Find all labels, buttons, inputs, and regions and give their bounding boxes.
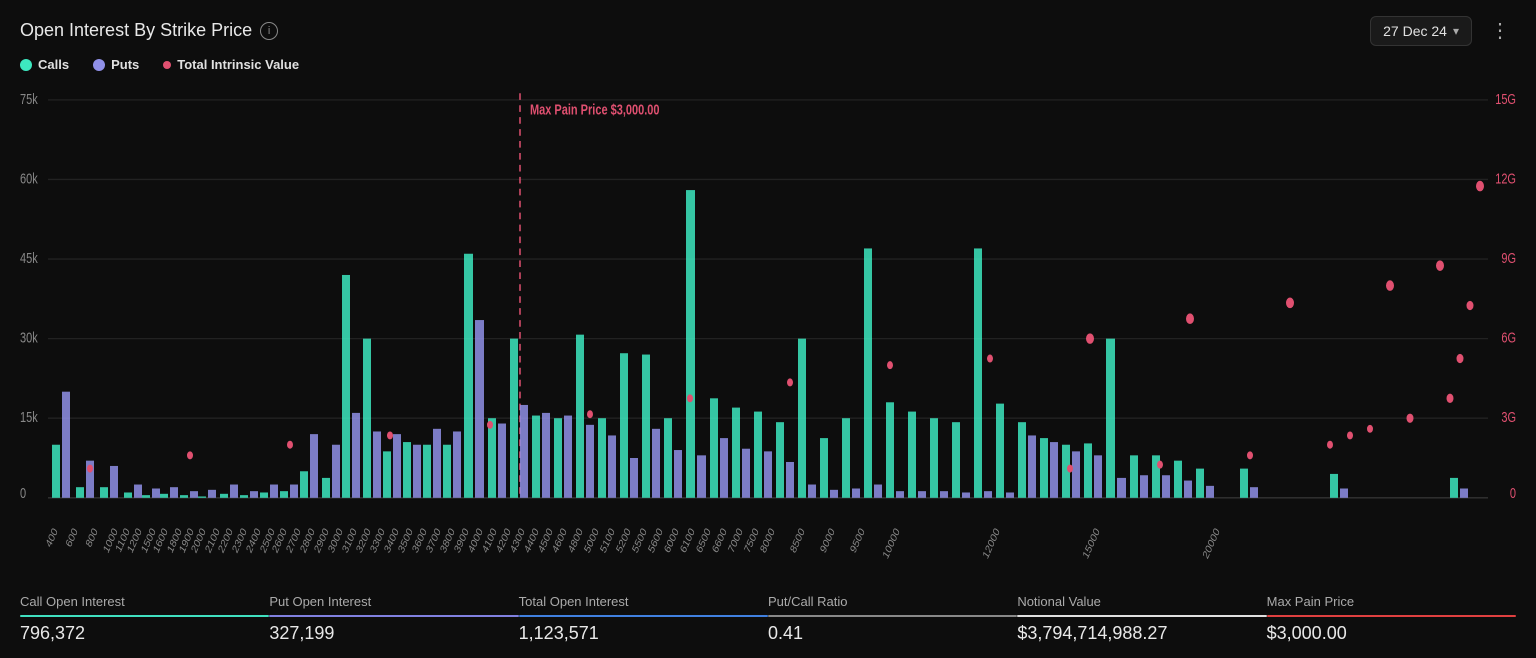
svg-text:60k: 60k (20, 170, 38, 187)
total-oi-label: Total Open Interest (519, 594, 768, 609)
header-right: 27 Dec 24 ▾ ⋮ (1370, 14, 1516, 47)
svg-text:800: 800 (84, 526, 100, 550)
footer-max-pain: Max Pain Price $3,000.00 (1267, 594, 1516, 644)
svg-text:9G: 9G (1501, 249, 1516, 266)
svg-text:12000: 12000 (981, 526, 1002, 562)
calls-label: Calls (38, 57, 69, 72)
call-oi-bar (20, 615, 269, 617)
svg-text:600: 600 (64, 526, 80, 550)
svg-text:5100: 5100 (598, 526, 617, 556)
legend-intrinsic: Total Intrinsic Value (163, 57, 299, 72)
chevron-down-icon: ▾ (1453, 24, 1459, 38)
svg-text:12G: 12G (1495, 170, 1516, 187)
put-call-bar (768, 615, 1017, 617)
intrinsic-color-dot (163, 61, 171, 69)
puts-label: Puts (111, 57, 139, 72)
svg-text:9000: 9000 (818, 526, 837, 556)
header-left: Open Interest By Strike Price i (20, 20, 278, 41)
svg-text:6000: 6000 (662, 526, 681, 556)
svg-text:6G: 6G (1501, 329, 1516, 346)
info-icon[interactable]: i (260, 22, 278, 40)
call-oi-label: Call Open Interest (20, 594, 269, 609)
svg-text:4800: 4800 (566, 526, 585, 556)
more-options-button[interactable]: ⋮ (1484, 14, 1516, 47)
svg-text:8500: 8500 (788, 526, 807, 556)
svg-text:0: 0 (20, 484, 26, 501)
total-oi-bar (519, 615, 768, 617)
footer-put-call: Put/Call Ratio 0.41 (768, 594, 1017, 644)
puts-color-dot (93, 59, 105, 71)
svg-text:5200: 5200 (614, 526, 633, 556)
svg-text:75k: 75k (20, 90, 38, 107)
svg-text:Max Pain Price $3,000.00: Max Pain Price $3,000.00 (530, 101, 660, 118)
svg-text:15000: 15000 (1081, 526, 1102, 562)
svg-text:30k: 30k (20, 329, 38, 346)
intrinsic-label: Total Intrinsic Value (177, 57, 299, 72)
svg-text:5600: 5600 (646, 526, 665, 556)
svg-text:7000: 7000 (726, 526, 745, 556)
chart-area: 75k 60k 45k 30k 15k 0 15G 12G 9G 6G 3G 0… (0, 80, 1536, 584)
footer-call-oi: Call Open Interest 796,372 (20, 594, 269, 644)
chart-svg: 75k 60k 45k 30k 15k 0 15G 12G 9G 6G 3G 0… (20, 80, 1516, 584)
header: Open Interest By Strike Price i 27 Dec 2… (0, 0, 1536, 57)
date-selector[interactable]: 27 Dec 24 ▾ (1370, 16, 1472, 46)
notional-bar (1017, 615, 1266, 617)
max-pain-bar (1267, 615, 1516, 617)
svg-text:6600: 6600 (710, 526, 729, 556)
calls-color-dot (20, 59, 32, 71)
svg-text:6500: 6500 (694, 526, 713, 556)
svg-text:10000: 10000 (881, 526, 902, 562)
footer: Call Open Interest 796,372 Put Open Inte… (0, 584, 1536, 658)
main-container: Open Interest By Strike Price i 27 Dec 2… (0, 0, 1536, 658)
max-pain-label: Max Pain Price (1267, 594, 1516, 609)
svg-text:15G: 15G (1495, 90, 1516, 107)
footer-put-oi: Put Open Interest 327,199 (269, 594, 518, 644)
svg-text:400: 400 (44, 526, 60, 550)
put-call-label: Put/Call Ratio (768, 594, 1017, 609)
notional-label: Notional Value (1017, 594, 1266, 609)
put-call-value: 0.41 (768, 623, 1017, 644)
svg-text:5500: 5500 (630, 526, 649, 556)
max-pain-value: $3,000.00 (1267, 623, 1516, 644)
total-oi-value: 1,123,571 (519, 623, 768, 644)
svg-text:3G: 3G (1501, 409, 1516, 426)
legend-calls: Calls (20, 57, 69, 72)
put-oi-value: 327,199 (269, 623, 518, 644)
footer-total-oi: Total Open Interest 1,123,571 (519, 594, 768, 644)
svg-text:45k: 45k (20, 249, 38, 266)
date-label: 27 Dec 24 (1383, 23, 1447, 39)
svg-text:6100: 6100 (678, 526, 697, 556)
put-oi-bar (269, 615, 518, 617)
svg-text:8000: 8000 (758, 526, 777, 556)
call-oi-value: 796,372 (20, 623, 269, 644)
legend: Calls Puts Total Intrinsic Value (0, 57, 1536, 80)
svg-text:0: 0 (1510, 484, 1516, 501)
svg-text:7500: 7500 (742, 526, 761, 556)
svg-text:4600: 4600 (550, 526, 569, 556)
footer-notional: Notional Value $3,794,714,988.27 (1017, 594, 1266, 644)
put-oi-label: Put Open Interest (269, 594, 518, 609)
notional-value: $3,794,714,988.27 (1017, 623, 1266, 644)
svg-text:15k: 15k (20, 409, 38, 426)
svg-text:20000: 20000 (1201, 526, 1222, 562)
page-title: Open Interest By Strike Price (20, 20, 252, 41)
legend-puts: Puts (93, 57, 139, 72)
svg-text:5000: 5000 (582, 526, 601, 556)
svg-text:9500: 9500 (848, 526, 867, 556)
